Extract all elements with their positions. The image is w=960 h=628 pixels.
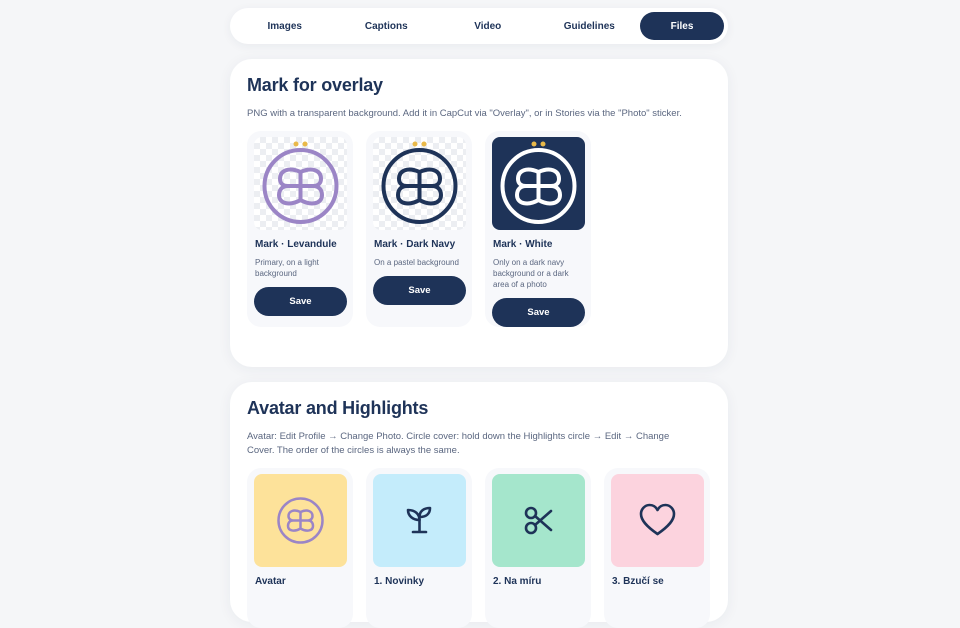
item-description: Primary, on a light background (255, 258, 319, 278)
highlight-cover[interactable] (492, 474, 585, 567)
highlight-item-novinky: 1. Novinky (366, 468, 472, 628)
highlights-card: Avatar and Highlights Avatar: Edit Profi… (230, 382, 728, 628)
save-button[interactable]: Save (254, 287, 347, 316)
item-title: 2. Na míru (493, 576, 542, 587)
save-button[interactable]: Save (492, 298, 585, 327)
mark-icon (381, 141, 458, 224)
overlay-card: Mark for overlay PNG with a transparent … (230, 59, 728, 367)
tab-captions[interactable]: Captions (336, 12, 438, 40)
tab-guidelines[interactable]: Guidelines (539, 12, 641, 40)
mark-preview (254, 137, 347, 230)
sprout-icon (406, 506, 432, 534)
tab-files[interactable]: Files (640, 12, 724, 40)
heart-icon (639, 503, 676, 536)
highlight-item-avatar: Avatar (247, 468, 353, 628)
mark-icon (262, 141, 339, 224)
mark-icon (500, 141, 577, 224)
section-title: Mark for overlay (247, 75, 383, 95)
item-description: On a pastel background (374, 258, 459, 267)
mark-icon (277, 497, 324, 544)
overlay-item-white: Mark · White Only on a dark navy backgro… (485, 131, 591, 327)
item-title: Mark · Dark Navy (374, 239, 456, 250)
item-title: 1. Novinky (374, 576, 425, 587)
item-title: Avatar (255, 576, 286, 587)
section-description: PNG with a transparent background. Add i… (247, 108, 682, 119)
section-description: Avatar: Edit Profile → Change Photo. Cir… (247, 431, 670, 456)
tab-images[interactable]: Images (234, 12, 336, 40)
highlight-cover[interactable] (254, 474, 347, 567)
tab-video[interactable]: Video (437, 12, 539, 40)
tab-bar: Images Captions Video Guidelines Files (230, 8, 728, 44)
item-description: Only on a dark navy background or a dark… (493, 258, 569, 289)
item-title: Mark · Levandule (255, 239, 337, 250)
highlight-item-bzuci-se: 3. Bzučí se (604, 468, 710, 628)
overlay-item-levandule: Mark · Levandule Primary, on a light bac… (247, 131, 353, 327)
mark-preview (492, 137, 585, 230)
highlight-cover[interactable] (611, 474, 704, 567)
highlight-cover[interactable] (373, 474, 466, 567)
scissors-icon (524, 506, 553, 535)
save-button[interactable]: Save (373, 276, 466, 305)
item-title: 3. Bzučí se (612, 576, 664, 587)
section-title: Avatar and Highlights (247, 398, 429, 418)
mark-preview (373, 137, 466, 230)
highlight-item-na-miru: 2. Na míru (485, 468, 591, 628)
item-title: Mark · White (493, 239, 553, 250)
overlay-item-dark-navy: Mark · Dark Navy On a pastel background … (366, 131, 472, 327)
